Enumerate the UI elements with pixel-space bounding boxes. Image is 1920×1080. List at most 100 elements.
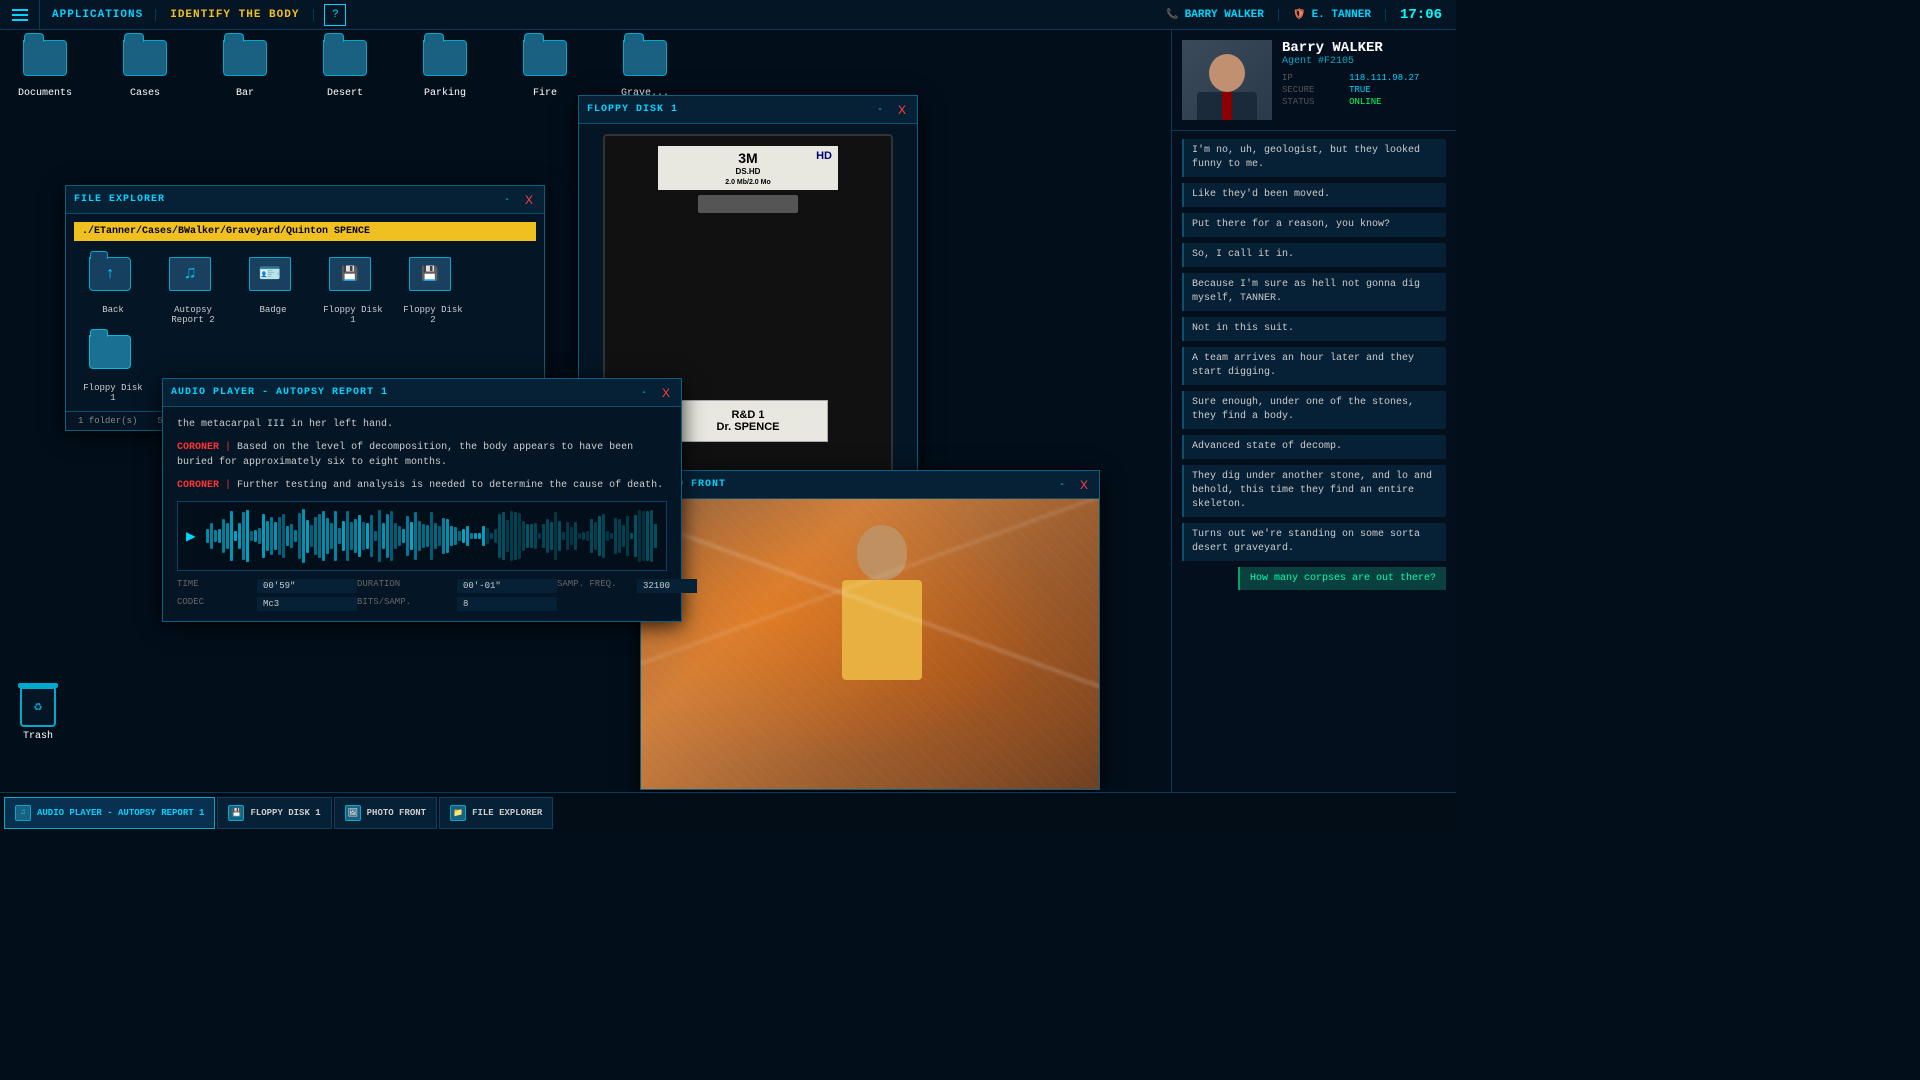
agent-button[interactable]: BARRY WALKER [1152,9,1279,21]
floppy-top-label: 3M DS.HD 2.0 Mb/2.0 Mo HD [658,146,838,190]
taskbar-audio-icon: ♫ [15,805,31,821]
photo-titlebar[interactable]: PHOTO FRONT - X [641,471,1099,499]
folder-icon-fire [523,40,567,84]
desktop-icon-desert[interactable]: Desert [310,40,380,99]
desktop-icon-fire[interactable]: Fire [510,40,580,99]
file-item-badge[interactable]: 🪪 Badge [238,257,308,325]
hamburger-menu[interactable] [0,0,40,30]
agent-name: Barry WALKER [1282,40,1446,56]
file-explorer-titlebar[interactable]: FILE EXPLORER - X [66,186,544,214]
taskbar-item-floppy[interactable]: 💾 FLOPPY DISK 1 [217,797,331,829]
photo-content [641,499,1099,789]
floppy-bottom-label: R&D 1 Dr. SPENCE [668,400,828,442]
agent-info: Barry WALKER Agent #F2105 IP 118.111.98.… [1282,40,1446,120]
agent-profile: Barry WALKER Agent #F2105 IP 118.111.98.… [1172,30,1456,131]
file-item-floppy-folder[interactable]: Floppy Disk 1 [78,335,148,403]
desktop-icon-label-documents: Documents [18,88,72,99]
taskbar-label-photo: PHOTO FRONT [367,808,426,818]
duration-value: 00'-01" [457,579,557,593]
floppy-icon-2-shape: 💾 [409,257,451,291]
desktop-icon-label-cases: Cases [130,88,160,99]
chat-message-3: So, I call it in. [1182,243,1446,267]
taskbar-photo-icon: 🖼 [345,805,361,821]
floppy-minimize[interactable]: - [873,103,887,117]
help-button[interactable]: ? [324,4,346,26]
floppy-close[interactable]: X [895,103,909,117]
taskbar-item-photo[interactable]: 🖼 PHOTO FRONT [334,797,437,829]
folder-shape-parking [423,40,467,76]
floppy-shutter [698,195,798,213]
audio-minimize[interactable]: - [637,386,651,400]
folder-icon-cases [123,40,167,84]
floppy-file-icon-1: 💾 [329,257,377,301]
file-item-label-back: Back [102,305,124,315]
user-button[interactable]: E. TANNER [1279,9,1386,21]
chat-message-7: Sure enough, under one of the stones, th… [1182,391,1446,429]
trash-icon[interactable]: Trash [20,687,56,742]
desktop-icon-parking[interactable]: Parking [410,40,480,99]
samp-freq-value: 32100 [637,579,697,593]
bits-key: BITS/SAMP. [357,597,457,611]
folder-up-shape: ↑ [89,257,131,291]
shield-icon [1293,9,1306,21]
taskbar-floppy-icon: 💾 [228,805,244,821]
audio-intro-text: the metacarpal III in her left hand. [177,419,393,430]
audio-titlebar[interactable]: AUDIO PLAYER - AUTOPSY REPORT 1 - X [163,379,681,407]
ip-value: 118.111.98.27 [1349,73,1446,83]
bits-value: 8 [457,597,557,611]
file-explorer-close[interactable]: X [522,193,536,207]
audio-body-text-2: Further testing and analysis is needed t… [237,480,663,491]
audio-player-content: the metacarpal III in her left hand. COR… [163,407,681,621]
task-label: IDENTIFY THE BODY [156,9,314,21]
photo-close[interactable]: X [1077,478,1091,492]
taskbar-item-audio-player[interactable]: ♫ AUDIO PLAYER - AUTOPSY REPORT 1 [4,797,215,829]
status-key: STATUS [1282,97,1341,107]
floppy-label-line1: R&D 1 [731,409,764,421]
folder-icon-grave [623,40,667,84]
floppy-model: DS.HD [736,167,761,176]
chat-messages: I'm no, uh, geologist, but they looked f… [1172,131,1456,792]
sidebar: Barry WALKER Agent #F2105 IP 118.111.98.… [1171,30,1456,792]
file-item-autopsy-report-2[interactable]: ♫ Autopsy Report 2 [158,257,228,325]
chat-message-9: They dig under another stone, and lo and… [1182,465,1446,517]
chat-message-4: Because I'm sure as hell not gonna dig m… [1182,273,1446,311]
agent-name: BARRY WALKER [1185,9,1264,21]
desktop-icon-documents[interactable]: Documents [10,40,80,99]
phone-icon [1166,9,1178,21]
avatar-head [1209,54,1245,92]
ip-key: IP [1282,73,1341,83]
floppy-window-title: FLOPPY DISK 1 [587,104,865,115]
taskbar-label-audio: AUDIO PLAYER - AUTOPSY REPORT 1 [37,808,204,818]
floppy-titlebar[interactable]: FLOPPY DISK 1 - X [579,96,917,124]
desktop-icon-bar[interactable]: Bar [210,40,280,99]
folder-icon-desert [323,40,367,84]
floppy-brand: 3M [738,150,757,166]
folder-icon-floppy [89,335,137,379]
taskbar-label-floppy: FLOPPY DISK 1 [250,808,320,818]
desktop-icon-cases[interactable]: Cases [110,40,180,99]
audio-player-title: AUDIO PLAYER - AUTOPSY REPORT 1 [171,387,629,398]
desktop-icon-label-parking: Parking [424,88,466,99]
audio-close[interactable]: X [659,386,673,400]
avatar-body [1197,92,1257,120]
folder-shape [23,40,67,76]
file-item-label-autopsy2: Autopsy Report 2 [158,305,228,325]
folder-shape-cases [123,40,167,76]
file-item-floppy-disk-2[interactable]: 💾 Floppy Disk 2 [398,257,468,325]
audio-text-coroner1: CORONER | Based on the level of decompos… [177,440,667,470]
floppy-file-icon-2: 💾 [409,257,457,301]
app-label: APPLICATIONS [40,9,156,21]
file-explorer-minimize[interactable]: - [500,193,514,207]
coroner-label-2: CORONER [177,480,219,491]
desktop-icon-grave[interactable]: Grave... [610,40,680,99]
file-item-back[interactable]: ↑ Back [78,257,148,325]
file-item-floppy-disk-1[interactable]: 💾 Floppy Disk 1 [318,257,388,325]
floppy-icon-1-shape: 💾 [329,257,371,291]
play-button[interactable]: ▶ [186,526,196,546]
taskbar-item-file-explorer[interactable]: 📁 FILE EXPLORER [439,797,553,829]
folder-shape-bar [223,40,267,76]
agent-meta: IP 118.111.98.27 SECURE TRUE STATUS ONLI… [1282,73,1446,107]
file-item-label-badge: Badge [259,305,286,315]
user-name: E. TANNER [1312,9,1371,21]
photo-minimize[interactable]: - [1055,478,1069,492]
